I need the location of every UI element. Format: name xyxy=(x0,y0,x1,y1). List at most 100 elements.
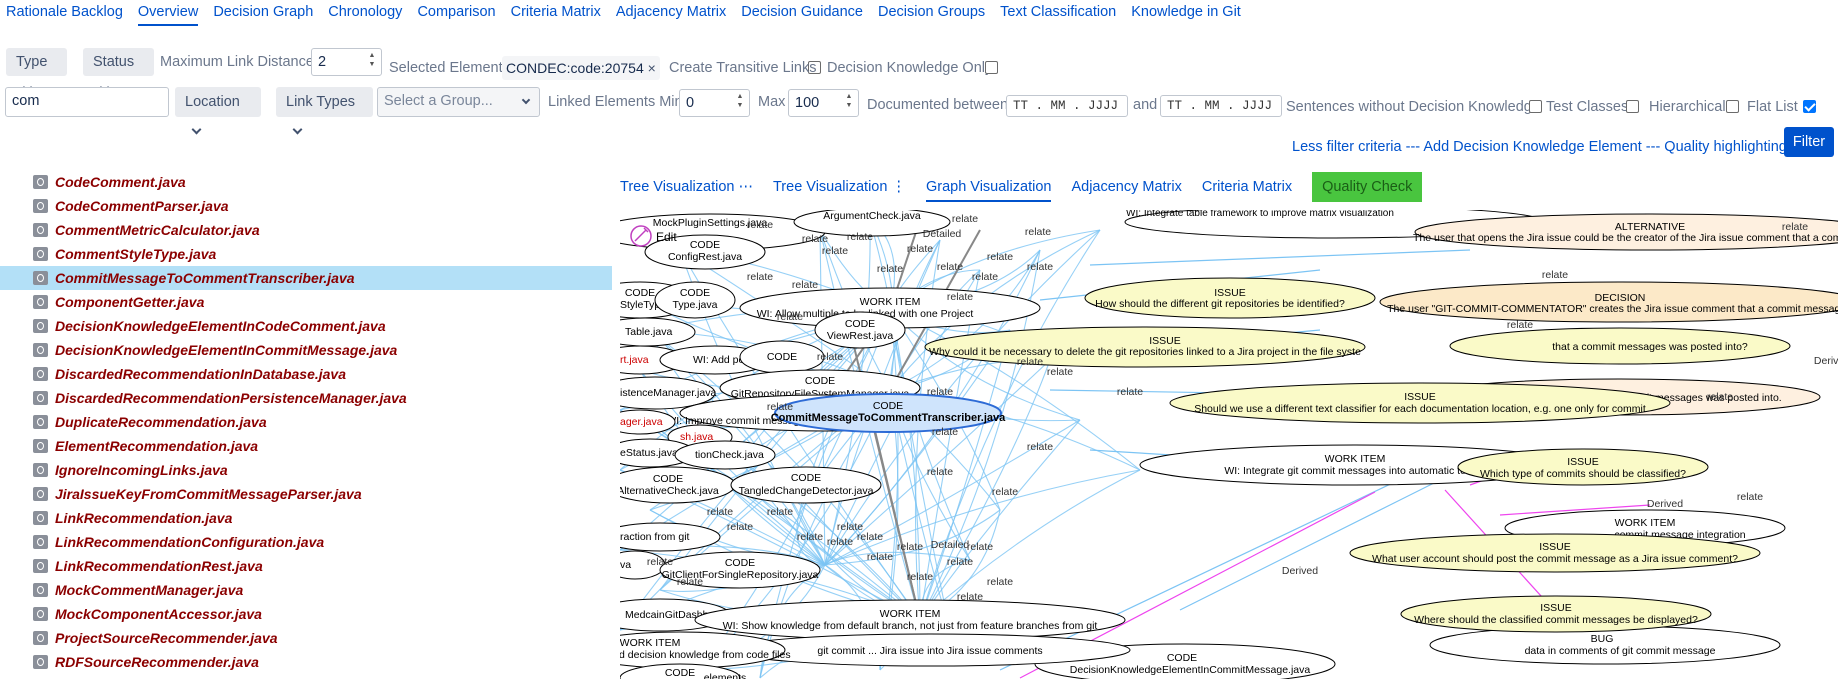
tree-row[interactable]: DecisionKnowledgeElementInCodeComment.ja… xyxy=(0,314,612,338)
tree-row[interactable]: LinkRecommendationConfiguration.java xyxy=(0,530,612,554)
linked-elements-min-input[interactable]: 0 ▲ ▼ xyxy=(679,89,750,117)
graph-node-label: How should the different git repositorie… xyxy=(1095,298,1345,310)
nav-tab-0[interactable]: Rationale Backlog xyxy=(6,0,123,26)
filter-options-links[interactable]: Less filter criteria --- Add Decision Kn… xyxy=(1292,139,1787,155)
edge-label: relate xyxy=(707,506,733,518)
view-tab-4[interactable]: Criteria Matrix xyxy=(1202,172,1292,202)
tree-row[interactable]: ElementRecommendation.java xyxy=(0,434,612,458)
tree-row[interactable]: IgnoreIncomingLinks.java xyxy=(0,458,612,482)
tree-row[interactable]: CommitMessageToCommentTranscriber.java xyxy=(0,266,612,290)
date-to-input[interactable]: TT . MM . JJJJ xyxy=(1160,95,1282,117)
edge-label: relate xyxy=(767,401,793,413)
nav-tab-5[interactable]: Criteria Matrix xyxy=(511,0,601,26)
link-types-dropdown[interactable]: Link Types xyxy=(276,87,373,135)
selected-element-tag: CONDEC:code:20754 × xyxy=(502,56,660,80)
tree-row[interactable]: JiraIssueKeyFromCommitMessageParser.java xyxy=(0,482,612,506)
view-tab-5[interactable]: Quality Check xyxy=(1312,172,1423,202)
tree-row-label: DiscardedRecommendationInDatabase.java xyxy=(55,366,346,382)
edge-label: relate xyxy=(1782,221,1808,233)
code-file-icon xyxy=(33,223,48,237)
flat-list-checkbox[interactable] xyxy=(1803,100,1816,113)
create-transitive-links-label: Create Transitive Links xyxy=(669,60,817,76)
max-label: Max xyxy=(758,94,786,110)
test-classes-checkbox[interactable] xyxy=(1626,100,1639,113)
nav-tab-4[interactable]: Comparison xyxy=(417,0,495,26)
tree-row-label: CommitMessageToCommentTranscriber.java xyxy=(55,270,355,286)
stepper-icon[interactable]: ▲ ▼ xyxy=(842,92,856,114)
graph-node-label: ConfigRest.java xyxy=(668,251,742,263)
graph-node-type: WORK ITEM xyxy=(620,637,680,649)
tree-row-label: LinkRecommendationRest.java xyxy=(55,558,263,574)
edge-label: relate xyxy=(987,576,1013,588)
tree-row-label: RDFSourceRecommender.java xyxy=(55,654,259,670)
tree-row[interactable]: DecisionKnowledgeElementInCommitMessage.… xyxy=(0,338,612,362)
nav-tab-10[interactable]: Knowledge in Git xyxy=(1131,0,1241,26)
decision-knowledge-only-checkbox[interactable] xyxy=(985,61,998,74)
max-link-distance-input[interactable]: 2 ▲ ▼ xyxy=(311,48,382,76)
date-from-placeholder: TT . MM . JJJJ xyxy=(1013,99,1119,113)
view-tab-3[interactable]: Adjacency Matrix xyxy=(1071,172,1181,202)
nav-tab-9[interactable]: Text Classification xyxy=(1000,0,1116,26)
tree-row[interactable]: ComponentGetter.java xyxy=(0,290,612,314)
status-dropdown[interactable]: Status xyxy=(83,48,154,93)
graph-node-type: ISSUE xyxy=(1567,456,1599,468)
graph-node-type: CODE xyxy=(725,557,755,569)
nav-tab-7[interactable]: Decision Guidance xyxy=(741,0,863,26)
code-file-icon xyxy=(33,319,48,333)
tree-row[interactable]: DiscardedRecommendationInDatabase.java xyxy=(0,362,612,386)
chevron-down-icon xyxy=(292,124,303,135)
linked-elements-max-input[interactable]: 100 ▲ ▼ xyxy=(788,89,859,117)
hierarchical-checkbox[interactable] xyxy=(1726,100,1739,113)
stepper-icon[interactable]: ▲ ▼ xyxy=(733,92,747,114)
type-dropdown[interactable]: Type xyxy=(6,48,67,93)
edge-label: relate xyxy=(907,243,933,255)
nav-tab-8[interactable]: Decision Groups xyxy=(878,0,985,26)
filter-button[interactable]: Filter xyxy=(1784,127,1834,157)
tree-row[interactable]: LinkRecommendationRest.java xyxy=(0,554,612,578)
max-link-distance-value: 2 xyxy=(318,54,327,70)
linked-elements-max-value: 100 xyxy=(795,95,820,111)
tree-row[interactable]: DuplicateRecommendation.java xyxy=(0,410,612,434)
graph-node-label: What user account should post the commit… xyxy=(1372,553,1738,565)
search-input[interactable]: com xyxy=(5,87,169,117)
sentences-checkbox[interactable] xyxy=(1529,100,1542,113)
view-tab-0[interactable]: Tree Visualization ⋯ xyxy=(620,172,753,202)
tree-row-label: CommentMetricCalculator.java xyxy=(55,222,260,238)
tree-row-label: MockCommentManager.java xyxy=(55,582,244,598)
nav-tab-2[interactable]: Decision Graph xyxy=(213,0,313,26)
graph-canvas[interactable]: WI: Integrate table framework to improve… xyxy=(620,210,1838,679)
date-from-input[interactable]: TT . MM . JJJJ xyxy=(1006,95,1128,117)
tree-row[interactable]: CodeCommentParser.java xyxy=(0,194,612,218)
view-tab-2[interactable]: Graph Visualization xyxy=(925,172,1052,202)
tree-row-label: ProjectSourceRecommender.java xyxy=(55,630,278,646)
nav-tab-1[interactable]: Overview xyxy=(137,0,199,26)
graph-node-label: WI: Add po xyxy=(693,354,745,366)
nav-tab-6[interactable]: Adjacency Matrix xyxy=(616,0,726,26)
code-file-icon xyxy=(33,535,48,549)
tree-row-label: DecisionKnowledgeElementInCommitMessage.… xyxy=(55,342,398,358)
tree-row[interactable]: CommentStyleType.java xyxy=(0,242,612,266)
nav-tab-3[interactable]: Chronology xyxy=(328,0,402,26)
group-select[interactable]: Select a Group... xyxy=(377,87,540,117)
sentences-label: Sentences without Decision Knowledge xyxy=(1286,99,1540,115)
graph-node-label: data in comments of git commit message xyxy=(1525,645,1716,657)
tree-row[interactable]: CodeComment.java xyxy=(0,170,612,194)
remove-icon[interactable]: × xyxy=(648,60,656,76)
edge-label: relate xyxy=(897,541,923,553)
tree-row[interactable]: MockCommentManager.java xyxy=(0,578,612,602)
graph-visualization[interactable]: WI: Integrate table framework to improve… xyxy=(620,210,1838,679)
tree-row[interactable]: RDFSourceRecommender.java xyxy=(0,650,612,674)
edge-label: relate xyxy=(1117,386,1143,398)
graph-edge xyxy=(1089,249,1471,266)
tree-row[interactable]: MockComponentAccessor.java xyxy=(0,602,612,626)
tree-row-label: ComponentGetter.java xyxy=(55,294,205,310)
tree-row[interactable]: ProjectSourceRecommender.java xyxy=(0,626,612,650)
edge-label: relate xyxy=(747,271,773,283)
tree-row[interactable]: DiscardedRecommendationPersistenceManage… xyxy=(0,386,612,410)
tree-row[interactable]: CommentMetricCalculator.java xyxy=(0,218,612,242)
tree-row-label: IgnoreIncomingLinks.java xyxy=(55,462,228,478)
stepper-icon[interactable]: ▲ ▼ xyxy=(365,51,379,73)
location-dropdown[interactable]: Location xyxy=(175,87,261,135)
view-tab-1[interactable]: Tree Visualization ⋮ xyxy=(773,172,906,202)
tree-row[interactable]: LinkRecommendation.java xyxy=(0,506,612,530)
